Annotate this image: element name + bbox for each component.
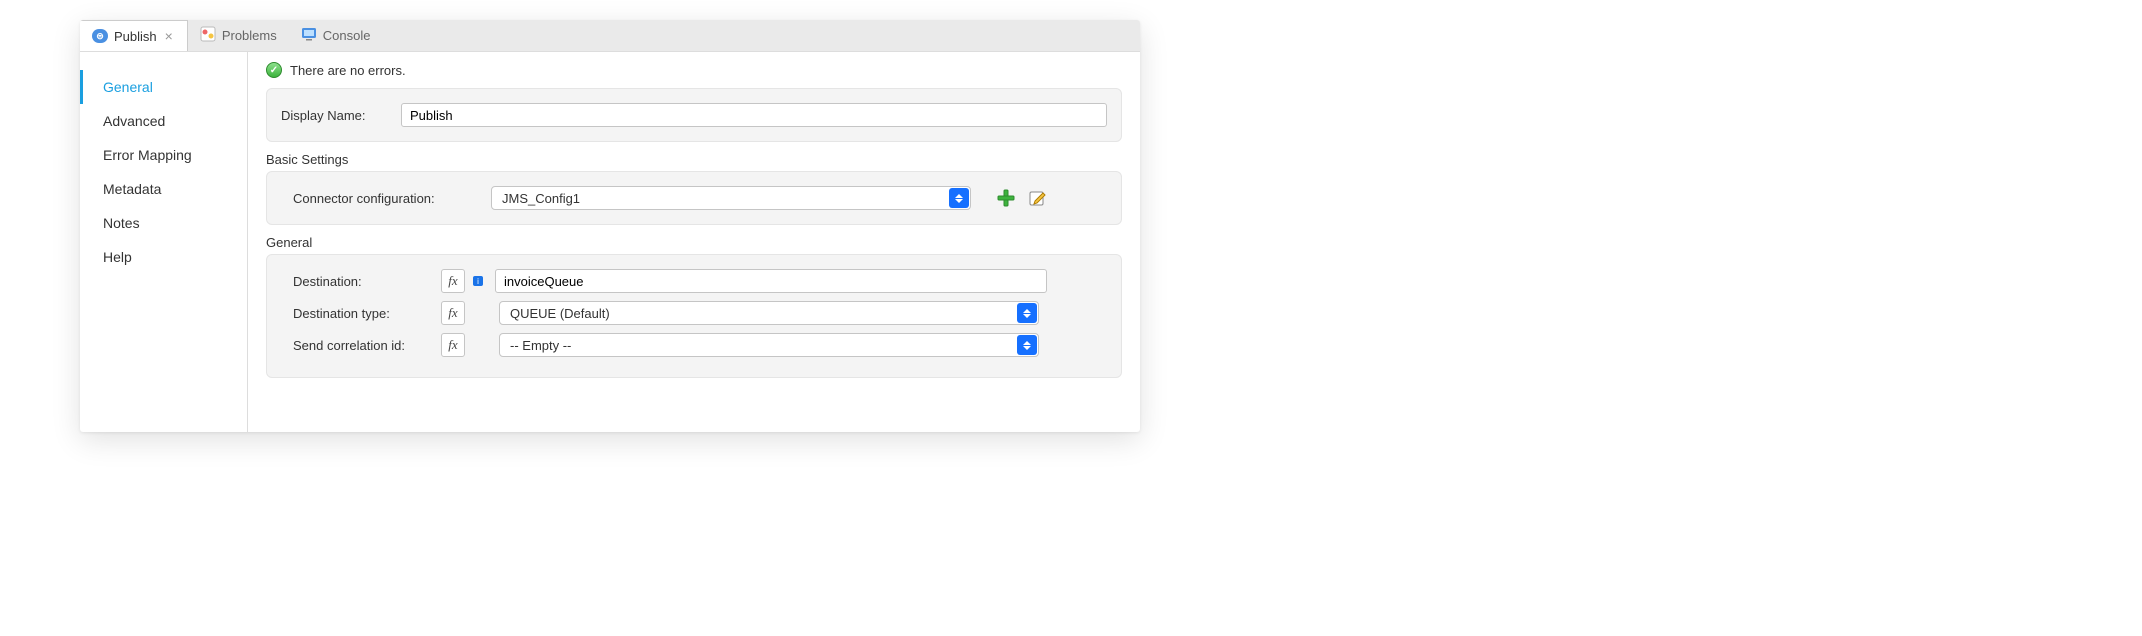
- sidebar-item-label: Metadata: [103, 181, 161, 197]
- sidebar-item-advanced[interactable]: Advanced: [80, 104, 247, 138]
- check-icon: ✓: [266, 62, 282, 78]
- tab-label: Publish: [114, 29, 157, 44]
- tab-publish[interactable]: ⊜ Publish ×: [80, 20, 188, 51]
- destination-input[interactable]: [495, 269, 1047, 293]
- sidebar-item-error-mapping[interactable]: Error Mapping: [80, 138, 247, 172]
- chevron-updown-icon: [1017, 335, 1037, 355]
- display-name-label: Display Name:: [281, 108, 391, 123]
- fx-button[interactable]: fx: [441, 333, 465, 357]
- general-header: General: [266, 235, 1122, 250]
- body-area: General Advanced Error Mapping Metadata …: [80, 52, 1140, 432]
- display-name-input[interactable]: [401, 103, 1107, 127]
- general-panel: Destination: fx i Destination type: fx Q…: [266, 254, 1122, 378]
- tab-console[interactable]: Console: [289, 20, 383, 51]
- info-badge-icon: i: [473, 276, 483, 286]
- correlation-id-label: Send correlation id:: [281, 338, 431, 353]
- connector-config-value: JMS_Config1: [502, 191, 580, 206]
- display-name-panel: Display Name:: [266, 88, 1122, 142]
- tab-label: Problems: [222, 28, 277, 43]
- tab-problems[interactable]: Problems: [188, 20, 289, 51]
- chevron-updown-icon: [949, 188, 969, 208]
- destination-type-label: Destination type:: [281, 306, 431, 321]
- correlation-id-select[interactable]: -- Empty --: [499, 333, 1039, 357]
- status-row: ✓ There are no errors.: [266, 62, 1122, 78]
- edit-config-button[interactable]: [1027, 187, 1049, 209]
- fx-button[interactable]: fx: [441, 301, 465, 325]
- sidebar-item-label: Help: [103, 249, 132, 265]
- basic-settings-header: Basic Settings: [266, 152, 1122, 167]
- tab-bar: ⊜ Publish × Problems Conso: [80, 20, 1140, 52]
- console-icon: [301, 26, 317, 45]
- connector-config-select[interactable]: JMS_Config1: [491, 186, 971, 210]
- sidebar-item-help[interactable]: Help: [80, 240, 247, 274]
- sidebar: General Advanced Error Mapping Metadata …: [80, 52, 248, 432]
- destination-type-select[interactable]: QUEUE (Default): [499, 301, 1039, 325]
- connector-config-label: Connector configuration:: [281, 191, 481, 206]
- destination-type-value: QUEUE (Default): [510, 306, 610, 321]
- problems-icon: [200, 26, 216, 45]
- tab-label: Console: [323, 28, 371, 43]
- close-icon[interactable]: ×: [163, 28, 175, 44]
- basic-settings-panel: Connector configuration: JMS_Config1: [266, 171, 1122, 225]
- sidebar-item-general[interactable]: General: [80, 70, 247, 104]
- status-message: There are no errors.: [290, 63, 406, 78]
- sidebar-item-label: Error Mapping: [103, 147, 192, 163]
- main-panel: ✓ There are no errors. Display Name: Bas…: [248, 52, 1140, 432]
- chevron-updown-icon: [1017, 303, 1037, 323]
- publish-icon: ⊜: [92, 29, 108, 43]
- sidebar-item-label: General: [103, 79, 153, 95]
- sidebar-item-notes[interactable]: Notes: [80, 206, 247, 240]
- fx-button[interactable]: fx: [441, 269, 465, 293]
- destination-label: Destination:: [281, 274, 431, 289]
- sidebar-item-metadata[interactable]: Metadata: [80, 172, 247, 206]
- sidebar-item-label: Advanced: [103, 113, 165, 129]
- sidebar-item-label: Notes: [103, 215, 140, 231]
- add-config-button[interactable]: [995, 187, 1017, 209]
- editor-window: ⊜ Publish × Problems Conso: [80, 20, 1140, 432]
- correlation-id-value: -- Empty --: [510, 338, 571, 353]
